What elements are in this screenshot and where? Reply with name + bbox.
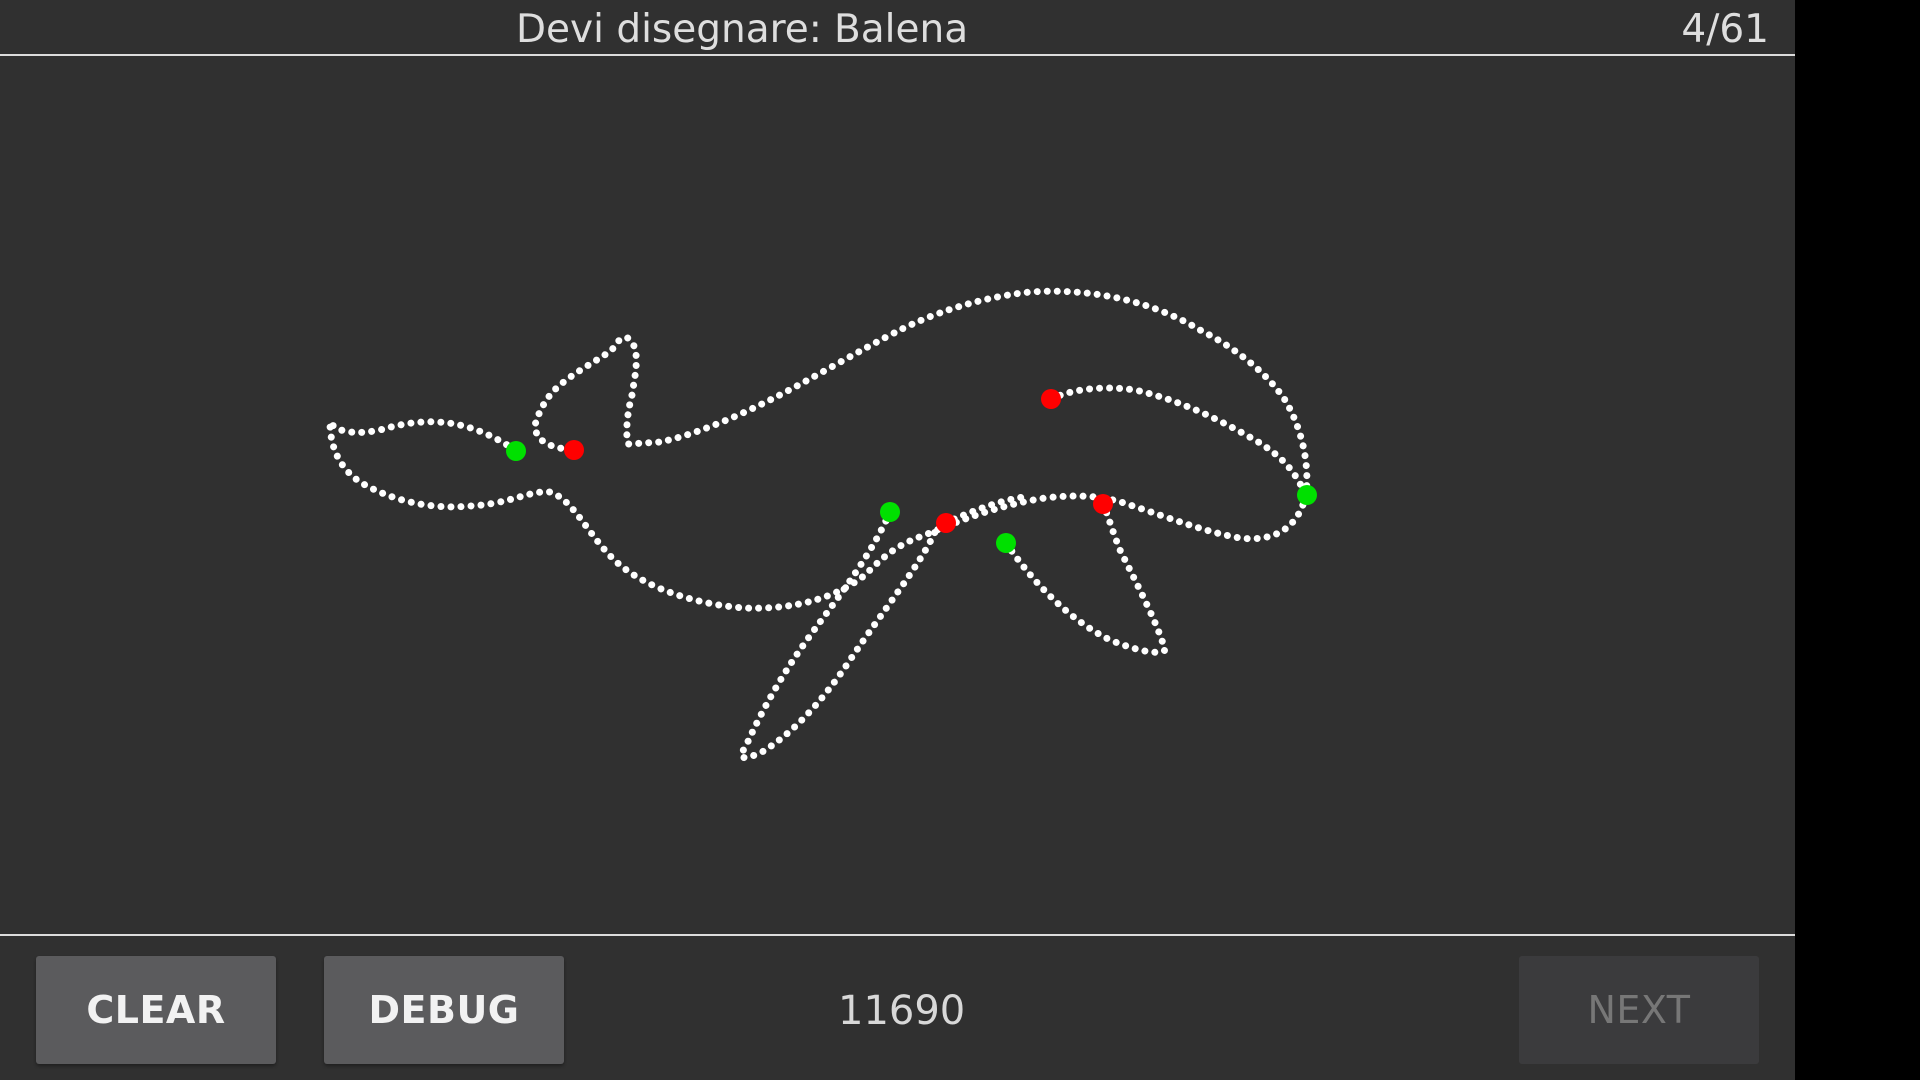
drawing-app: Devi disegnare: Balena 4/61 CLEAR DEBUG … [0, 0, 1795, 1080]
stroke-start-marker [506, 441, 526, 461]
drawing-canvas[interactable] [0, 58, 1795, 934]
debug-button[interactable]: DEBUG [324, 956, 564, 1064]
stroke-front-fin [737, 508, 939, 761]
stroke-end-marker [936, 513, 956, 533]
stroke-end-marker [1041, 389, 1061, 409]
stroke-start-marker [1297, 485, 1317, 505]
stroke-start-marker [996, 533, 1016, 553]
stroke-back-fin [1002, 500, 1169, 656]
stroke-chin [941, 492, 1034, 527]
stroke-body [326, 287, 1311, 612]
score-value: 11690 [838, 988, 966, 1034]
clear-button[interactable]: CLEAR [36, 956, 276, 1064]
stroke-mouth [1047, 384, 1309, 498]
whale-drawing [326, 287, 1317, 761]
stroke-end-marker [1093, 494, 1113, 514]
footer-bar: CLEAR DEBUG 11690 NEXT [0, 934, 1795, 1080]
stroke-start-marker [880, 502, 900, 522]
stroke-end-marker [564, 440, 584, 460]
next-button[interactable]: NEXT [1519, 956, 1759, 1064]
